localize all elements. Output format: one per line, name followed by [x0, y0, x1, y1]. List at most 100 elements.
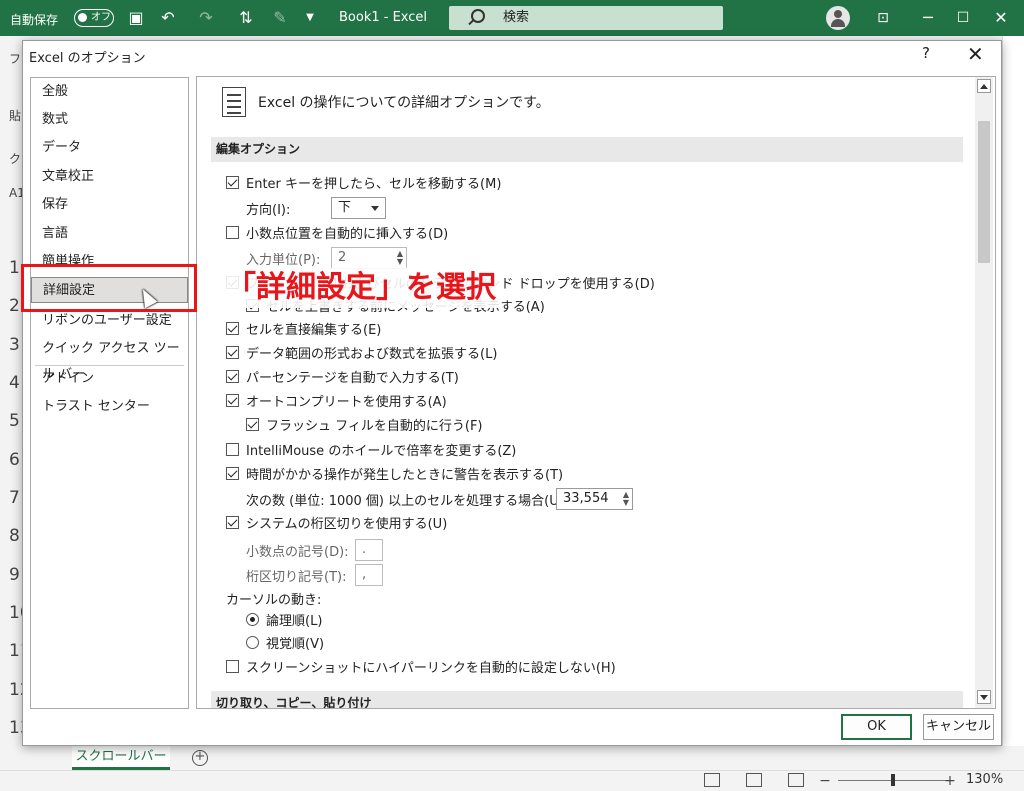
logical-order-label: 論理順(L): [266, 614, 323, 629]
row-header[interactable]: 8: [0, 526, 22, 546]
row-header[interactable]: 13: [0, 718, 31, 738]
row-header[interactable]: 10: [0, 603, 31, 623]
cell-count-label: 次の数 (単位: 1000 個) 以上のセルを処理する場合(U):: [246, 494, 569, 509]
undo-icon[interactable]: ↶: [158, 8, 178, 28]
sort-icon[interactable]: ⇅: [236, 8, 256, 28]
ribbon-char: フ: [9, 52, 22, 66]
cancel-button[interactable]: キャンセル: [923, 714, 994, 740]
scroll-up-icon[interactable]: [977, 79, 991, 93]
category-general[interactable]: 全般: [31, 79, 188, 105]
row-header[interactable]: 6: [0, 450, 22, 470]
minimize-icon[interactable]: ─: [918, 8, 938, 28]
row-header[interactable]: 7: [0, 488, 22, 508]
category-trust-center[interactable]: トラスト センター: [31, 394, 188, 420]
system-separator-checkbox[interactable]: [226, 516, 239, 529]
pane-scrollbar[interactable]: [975, 77, 993, 708]
dialog-title: Excel のオプション: [29, 51, 146, 66]
intellimouse-checkbox[interactable]: [226, 443, 239, 456]
zoom-out-icon[interactable]: −: [815, 771, 835, 791]
row-header[interactable]: 11: [0, 641, 31, 661]
ribbon-char: ク: [9, 152, 22, 166]
spinner-icon: ▲ ▼: [396, 249, 403, 266]
annotation-caption: 「詳細設定」を選択: [220, 268, 502, 308]
search-icon: [471, 9, 485, 23]
extend-format-checkbox[interactable]: [226, 346, 239, 359]
pane-heading: Excel の操作についての詳細オプションです。: [258, 95, 550, 111]
book-title: Book1 - Excel: [339, 10, 428, 25]
warn-long-checkbox[interactable]: [226, 467, 239, 480]
excel-options-dialog: Excel のオプション ? ✕ 全般 数式 データ 文章校正 保存 言語 簡単…: [22, 40, 1002, 746]
decimal-symbol-label: 小数点の記号(D):: [246, 545, 349, 560]
enter-move-label: Enter キーを押したら、セルを移動する(M): [246, 177, 502, 192]
autosave-toggle[interactable]: オフ: [74, 9, 114, 27]
ok-button[interactable]: OK: [841, 714, 912, 740]
row-header[interactable]: 1: [0, 258, 22, 278]
flash-fill-label: フラッシュ フィルを自動的に行う(F): [266, 419, 483, 434]
input-unit-stepper[interactable]: 2 ▲ ▼: [331, 247, 407, 269]
section-cut-copy-paste: 切り取り、コピー、貼り付け: [211, 691, 963, 708]
category-proofing[interactable]: 文章校正: [31, 164, 188, 190]
scrollbar-thumb[interactable]: [978, 121, 990, 263]
category-language[interactable]: 言語: [31, 221, 188, 247]
row-header[interactable]: 9: [0, 565, 22, 585]
logical-order-radio[interactable]: [246, 613, 259, 626]
search-box[interactable]: 検索: [449, 6, 723, 30]
help-icon[interactable]: ?: [922, 44, 930, 62]
window-close-icon[interactable]: ✕: [991, 8, 1011, 28]
zoom-level[interactable]: 130%: [966, 772, 1003, 787]
category-save[interactable]: 保存: [31, 192, 188, 218]
maximize-icon[interactable]: ☐: [953, 8, 973, 28]
thousand-separator-input[interactable]: ,: [355, 564, 383, 586]
row-header[interactable]: 5: [0, 411, 22, 431]
page-break-icon[interactable]: [788, 773, 804, 787]
decimal-auto-checkbox[interactable]: [226, 226, 239, 239]
ribbon-char: 貼: [9, 109, 22, 123]
row-header[interactable]: 3: [0, 335, 22, 355]
direction-label: 方向(I):: [246, 203, 291, 218]
edit-direct-checkbox[interactable]: [226, 322, 239, 335]
add-sheet-icon[interactable]: +: [192, 750, 208, 766]
decimal-symbol-input[interactable]: .: [355, 539, 383, 561]
page-layout-icon[interactable]: [746, 773, 762, 787]
extend-format-label: データ範囲の形式および数式を拡張する(L): [246, 347, 498, 362]
cell-count-stepper[interactable]: 33,554 ▲ ▼: [556, 488, 633, 510]
category-data[interactable]: データ: [31, 135, 188, 161]
chevron-down-icon: [371, 206, 379, 211]
row-header[interactable]: 2: [0, 296, 22, 316]
warn-long-label: 時間がかかる操作が発生したときに警告を表示する(T): [246, 468, 564, 483]
scroll-down-icon[interactable]: [977, 690, 991, 704]
intellimouse-label: IntelliMouse のホイールで倍率を変更する(Z): [246, 444, 517, 459]
options-list-icon: [222, 87, 246, 117]
name-box[interactable]: A1: [0, 186, 25, 200]
dialog-close-icon[interactable]: ✕: [967, 42, 984, 66]
row-header[interactable]: 12: [0, 680, 31, 700]
ribbon-display-icon[interactable]: ⊡: [873, 8, 893, 28]
visual-order-radio[interactable]: [246, 636, 259, 649]
no-hyperlink-checkbox[interactable]: [226, 660, 239, 673]
qat-dropdown-icon[interactable]: ▼: [300, 8, 320, 28]
highlight-box: [21, 264, 197, 312]
row-header[interactable]: 4: [0, 373, 22, 393]
autocomplete-checkbox[interactable]: [226, 394, 239, 407]
input-unit-value: 2: [338, 250, 347, 265]
spinner-icon: ▲ ▼: [622, 490, 629, 507]
category-quick-access-toolbar[interactable]: クイック アクセス ツール バー: [31, 336, 188, 382]
zoom-slider-handle[interactable]: [891, 774, 895, 786]
category-addins[interactable]: アドイン: [31, 366, 188, 392]
normal-view-icon[interactable]: [704, 773, 720, 787]
advanced-options-pane: Excel の操作についての詳細オプションです。 編集オプション Enter キ…: [196, 76, 996, 709]
format-painter-icon[interactable]: ✎: [270, 8, 290, 28]
direction-select[interactable]: 下: [331, 197, 386, 219]
percent-auto-checkbox[interactable]: [226, 370, 239, 383]
flash-fill-checkbox[interactable]: [246, 418, 259, 431]
redo-icon[interactable]: ↷: [196, 8, 216, 28]
save-icon[interactable]: ▣: [126, 8, 146, 28]
excel-titlebar: 自動保存 オフ ▣ ↶ ↷ ⇅ ✎ ▼ Book1 - Excel 検索 ⊡ ─…: [0, 0, 1024, 36]
avatar[interactable]: [826, 6, 850, 30]
section-editing-options: 編集オプション: [211, 137, 963, 162]
zoom-in-icon[interactable]: +: [940, 771, 960, 791]
sheet-tab[interactable]: スクロールバー: [72, 746, 170, 770]
enter-move-checkbox[interactable]: [226, 176, 239, 189]
category-formulas[interactable]: 数式: [31, 107, 188, 133]
autosave-label: 自動保存: [10, 13, 59, 27]
